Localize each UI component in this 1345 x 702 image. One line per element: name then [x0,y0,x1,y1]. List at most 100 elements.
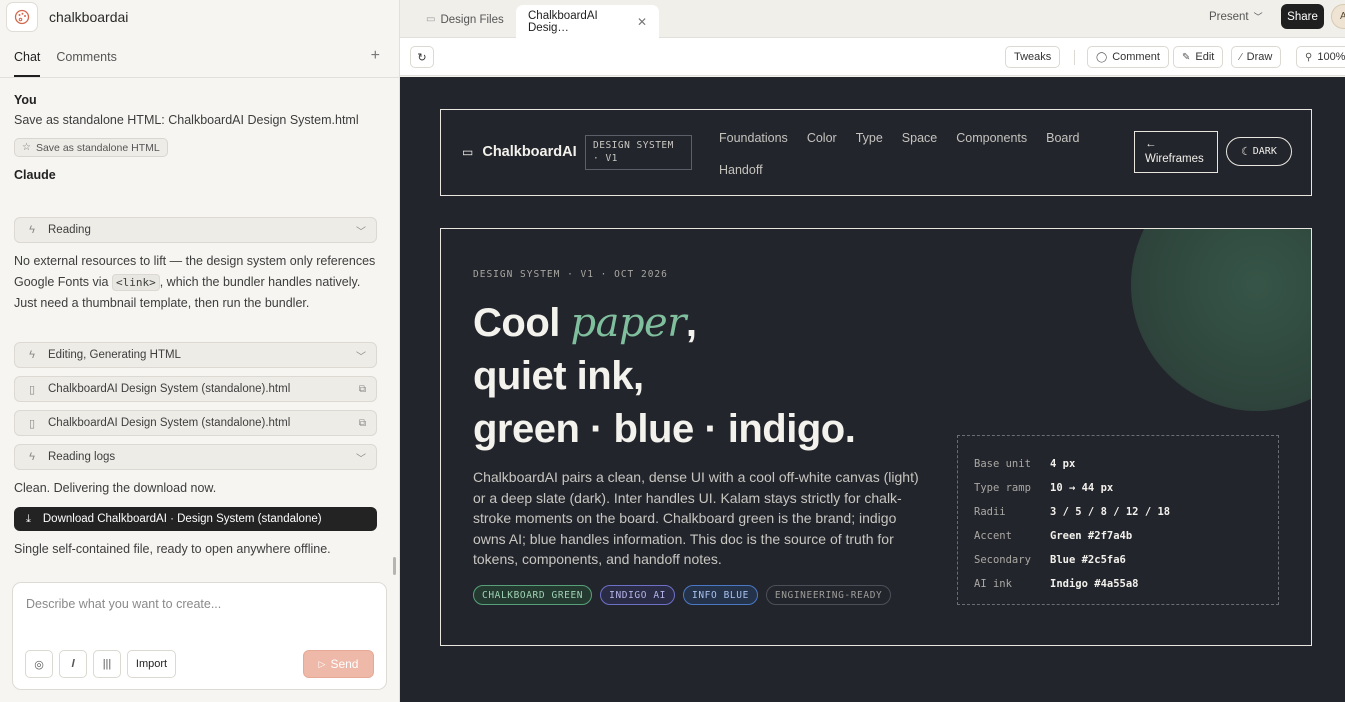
tab-comments[interactable]: Comments [56,50,116,77]
tab-design-system[interactable]: ChalkboardAI Desig… ✕ [516,5,659,38]
tokens-card: Base unit 4 px Type ramp 10 → 44 px Radii 3… [957,435,1279,605]
canvas-toolbar: ↻ Tweaks ◯ Comment ✎ Edit ∕ Draw ⚲ 100% [400,38,1345,76]
zoom-label: 100% [1317,51,1345,63]
title-comma: , [685,301,697,345]
nav-components[interactable]: Components [956,131,1027,145]
chat-thread: You Save as standalone HTML: ChalkboardA… [14,93,377,182]
site-brand[interactable]: ▭ ChalkboardAI [462,144,577,160]
hero-pills: CHALKBOARD GREEN INDIGO AI INFO BLUE ENG… [473,585,899,605]
bolt-icon: ϟ [29,451,35,463]
draw-button[interactable]: ∕ Draw [1231,46,1282,68]
close-icon[interactable]: ✕ [637,15,647,29]
pencil-icon: ✎ [1182,51,1191,63]
pill-indigo: INDIGO AI [600,585,676,605]
app-name: chalkboardai [49,9,129,25]
token-value: 4 px [1050,458,1076,470]
new-chat-button[interactable]: + [371,48,380,64]
chevron-down-icon: ﹀ [356,351,366,363]
token-key: Base unit [974,458,1031,470]
send-button[interactable]: ▷ Send [303,650,374,678]
nav-space[interactable]: Space [902,131,937,145]
audio-icon[interactable]: ||| [93,650,121,678]
token-key: Radii [974,506,1006,518]
download-button[interactable]: ⤓ Download ChalkboardAI · Design System … [14,507,377,531]
design-canvas: ▭ ChalkboardAI DESIGN SYSTEM · V1 Foundati… [400,77,1345,702]
draw-label: Draw [1246,51,1273,63]
token-value: Blue #2c5fa6 [1050,554,1126,566]
hero-section: DESIGN SYSTEM · V1 · OCT 2026 Cool paper… [440,228,1312,646]
arrow-left-icon: ← [1145,138,1157,150]
editing-label: Editing, Generating HTML [48,349,181,361]
token-value: Green #2f7a4b [1050,530,1133,542]
monitor-icon: ▭ [462,145,474,159]
chat-scrollbar[interactable] [393,557,396,575]
tab-chat[interactable]: Chat [14,50,41,77]
download-label: Download ChalkboardAI · Design System (s… [42,513,322,525]
dark-label: DARK [1252,146,1277,157]
reading-row[interactable]: ϟ Reading ﹀ [14,217,377,243]
app-header: chalkboardai [0,0,399,34]
badge-line2: · V1 [593,153,618,164]
tweaks-button[interactable]: Tweaks [1005,46,1061,68]
chevron-down-icon: ﹀ [356,453,366,465]
bolt-icon: ϟ [29,349,35,361]
avatar[interactable]: A [1331,4,1345,29]
zoom-control[interactable]: ⚲ 100% [1296,46,1345,68]
logs-label: Reading logs [48,451,116,463]
pen-icon: ∕ [1240,51,1242,63]
nav-type[interactable]: Type [856,131,883,145]
chat-panel: chalkboardai Chat Comments + You Save as… [0,0,400,702]
dark-mode-toggle[interactable]: ☾ DARK [1226,137,1292,166]
comment-button[interactable]: ◯ Comment [1087,46,1169,68]
token-row: Base unit 4 px [974,452,1262,476]
palette-icon[interactable] [6,2,38,32]
token-value: 3 / 5 / 8 / 12 / 18 [1050,506,1171,518]
tab-design-files[interactable]: ▭ Design Files [414,5,516,34]
nav-handoff[interactable]: Handoff [719,163,763,177]
hero-title: Cool paper, quiet ink, green · blue · in… [473,297,856,456]
bolt-icon: ϟ [29,224,35,236]
present-menu[interactable]: Present ﹀ [1209,10,1263,23]
title-paper: paper [570,300,686,346]
star-icon: ☆ [22,142,31,153]
chevron-down-icon: ﹀ [1253,12,1263,22]
file-row[interactable]: ▯ ChalkboardAI Design System (standalone… [14,410,377,436]
external-link-icon[interactable]: ⧉ [359,418,366,429]
editing-row[interactable]: ϟ Editing, Generating HTML ﹀ [14,342,377,368]
logs-row[interactable]: ϟ Reading logs ﹀ [14,444,377,470]
nav-color[interactable]: Color [807,131,837,145]
pill-green: CHALKBOARD GREEN [473,585,593,605]
delivering-text: Clean. Delivering the download now. [14,481,217,495]
import-button[interactable]: Import [127,650,176,678]
file-tabs-bar: ▭ Design Files ChalkboardAI Desig… ✕ Pre… [400,0,1345,38]
user-message: Save as standalone HTML: ChalkboardAI De… [14,113,359,127]
nav-foundations[interactable]: Foundations [719,131,788,145]
edit-button[interactable]: ✎ Edit [1173,46,1224,68]
token-key: Type ramp [974,482,1031,494]
token-row: Secondary Blue #2c5fa6 [974,548,1262,572]
nav-board[interactable]: Board [1046,131,1079,145]
settings-icon[interactable]: ◎ [25,650,53,678]
file-icon: ▯ [28,417,36,430]
chevron-down-icon: ﹀ [356,226,366,238]
file-row[interactable]: ▯ ChalkboardAI Design System (standalone… [14,376,377,402]
share-button[interactable]: Share [1281,4,1324,29]
assistant-label: Claude [14,168,56,182]
nav-links: Foundations Color Type Space Components Board… [719,129,1114,193]
edit-label: Edit [1195,51,1215,63]
wireframes-label: Wireframes [1145,153,1204,165]
token-row: AI ink Indigo #4a55a8 [974,572,1262,596]
external-link-icon[interactable]: ⧉ [359,384,366,395]
hero-eyebrow: DESIGN SYSTEM · V1 · OCT 2026 [473,269,668,280]
title-line3: green · blue · indigo. [473,407,856,451]
prompt-input[interactable]: Describe what you want to create... [26,597,221,611]
attach-icon[interactable]: 𝒍 [59,650,87,678]
wireframes-button[interactable]: ← Wireframes [1134,131,1218,173]
refresh-icon[interactable]: ↻ [410,46,434,68]
file-label: ChalkboardAI Design System (standalone).… [48,417,291,429]
tab-label: ChalkboardAI Desig… [528,9,598,34]
user-chip-label: Save as standalone HTML [35,141,160,154]
tab-label: Design Files [440,13,504,26]
comment-label: Comment [1112,51,1160,63]
send-icon: ▷ [318,658,326,669]
